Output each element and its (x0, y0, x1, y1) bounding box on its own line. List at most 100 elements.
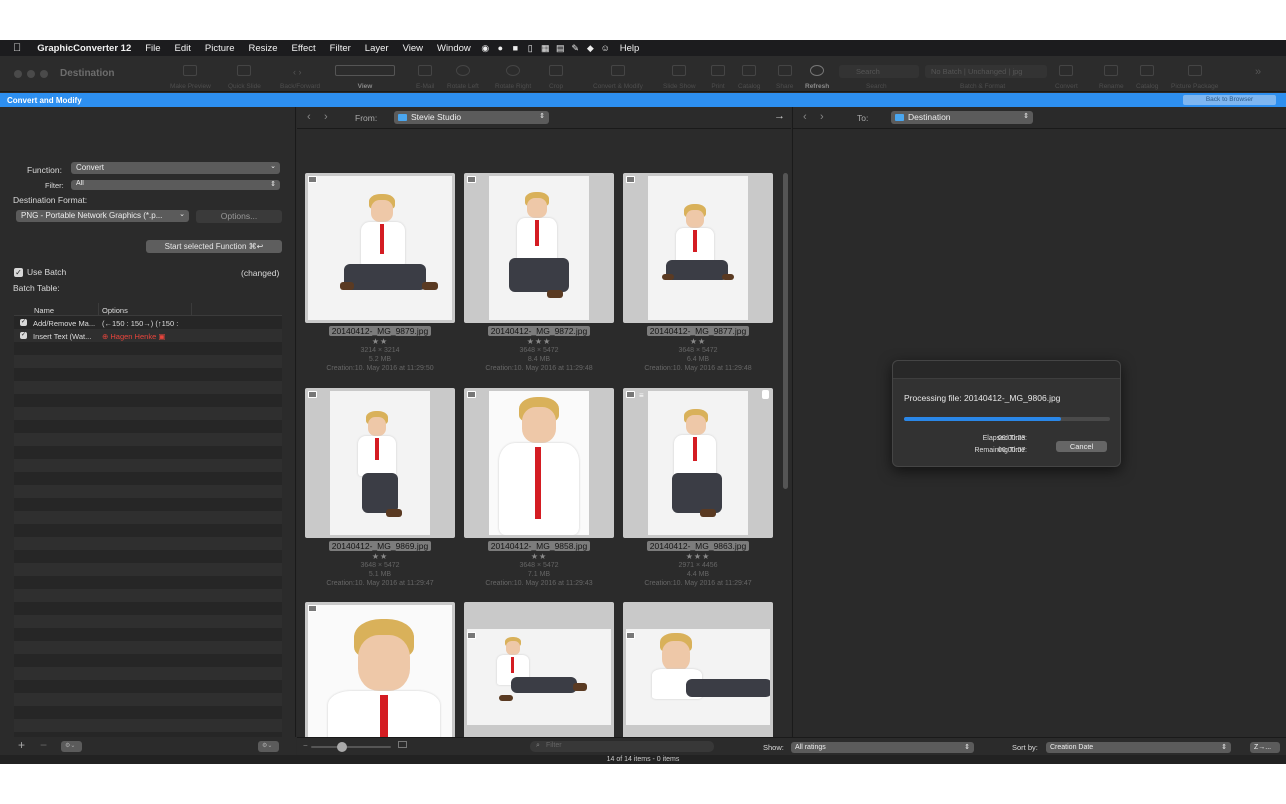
target-icon[interactable]: ◉ (478, 40, 493, 56)
quick-slide-button[interactable]: Quick Slide (228, 56, 261, 92)
catalog2-button[interactable]: Catalog (1136, 56, 1158, 92)
minimize-window-button[interactable] (27, 70, 35, 78)
batch-row[interactable]: ✓ Insert Text (Wat... ⊕ Hagen Henke ▣ (14, 330, 282, 343)
refresh-label: Refresh (805, 83, 830, 90)
diamond-icon[interactable]: ◆ (583, 40, 598, 56)
zoom-slider[interactable] (311, 746, 391, 748)
rename-button[interactable]: Rename (1099, 56, 1124, 92)
clipboard-icon[interactable]: ▯ (523, 40, 538, 56)
quick-slide-label: Quick Slide (228, 83, 261, 90)
convert-button[interactable]: Convert (1055, 56, 1078, 92)
rotate-left-button[interactable]: Rotate Left (447, 56, 479, 92)
column-options[interactable]: Options (102, 306, 128, 315)
catalog-icon (742, 65, 757, 76)
processing-text: Processing file: 20140412-_MG_9806.jpg (904, 393, 1061, 403)
toolbar-overflow-icon[interactable]: » (1255, 66, 1261, 78)
back-forward-button[interactable]: ‹ › Back/Forward (280, 56, 320, 92)
menu-app-name[interactable]: GraphicConverter 12 (27, 43, 138, 54)
thumbnail-image[interactable] (623, 173, 773, 323)
thumbnail-image[interactable]: ≡ (623, 388, 773, 538)
crop-icon (549, 65, 564, 76)
close-window-button[interactable] (14, 70, 22, 78)
forward-nav-icon[interactable]: › (324, 111, 328, 123)
remove-step-button[interactable]: − (40, 738, 47, 752)
refresh-button[interactable]: Refresh (805, 56, 829, 92)
picture-package-button[interactable]: Picture Package (1171, 56, 1218, 92)
camera-icon[interactable]: ■ (508, 40, 523, 56)
smiley-icon[interactable]: ☺ (598, 40, 613, 56)
back-nav-icon[interactable]: ‹ (307, 111, 311, 123)
menu-help[interactable]: Help (613, 43, 647, 54)
menu-file[interactable]: File (138, 43, 167, 54)
zoom-in-icon[interactable] (398, 741, 407, 748)
thumbnail-scrollbar[interactable] (783, 173, 788, 489)
thumbnail-image[interactable] (623, 602, 773, 752)
apple-icon[interactable]:  (0, 42, 27, 54)
menu-filter[interactable]: Filter (323, 43, 358, 54)
catalog-label: Catalog (738, 83, 761, 90)
zoom-out-icon[interactable]: − (303, 741, 308, 750)
thumbnail-image[interactable] (464, 173, 614, 323)
add-step-button[interactable]: + (18, 738, 25, 752)
camera-icon (467, 391, 476, 398)
print-button[interactable]: Print (711, 56, 725, 92)
refresh-icon (810, 65, 825, 76)
options-button[interactable]: Options... (196, 210, 282, 223)
gear-menu-button[interactable]: ⚙⌄ (61, 741, 82, 752)
catalog-button[interactable]: Catalog (738, 56, 760, 92)
status-bar: 14 of 14 items - 0 items (0, 755, 1286, 764)
convert-modify-button[interactable]: Convert & Modify (593, 56, 643, 92)
to-folder-value: Destination (908, 112, 951, 122)
sort-select[interactable]: Creation Date ⇕ (1046, 742, 1231, 753)
convert-icon (1059, 65, 1074, 76)
view-button[interactable]: View (335, 56, 395, 92)
make-preview-button[interactable]: Make Preview (170, 56, 211, 92)
person-icon[interactable]: ● (493, 40, 508, 56)
menu-effect[interactable]: Effect (285, 43, 323, 54)
start-function-button[interactable]: Start selected Function ⌘↩ (146, 240, 282, 253)
crop-button[interactable]: Crop (549, 56, 563, 92)
share-button[interactable]: Share (776, 56, 793, 92)
sort-order-select[interactable]: Z→... (1250, 742, 1280, 753)
menu-edit[interactable]: Edit (168, 43, 198, 54)
show-select[interactable]: All ratings ⇕ (791, 742, 974, 753)
thumbnail-image[interactable] (464, 602, 614, 752)
thumbnail-image[interactable] (305, 602, 455, 752)
thumbnail-image[interactable] (305, 388, 455, 538)
calendar2-icon[interactable]: ▤ (553, 40, 568, 56)
batch-row-checkbox[interactable]: ✓ (20, 319, 27, 326)
cancel-button[interactable]: Cancel (1056, 441, 1107, 452)
batch-row[interactable]: ✓ Add/Remove Ma... (←150 : 150→) (↑150 : (14, 317, 282, 330)
menu-resize[interactable]: Resize (242, 43, 285, 54)
slide-show-button[interactable]: Slide Show (663, 56, 696, 92)
thumbnail-image[interactable] (464, 388, 614, 538)
menu-view[interactable]: View (396, 43, 430, 54)
column-name[interactable]: Name (34, 306, 54, 315)
back-nav-icon[interactable]: ‹ (803, 111, 807, 123)
zoom-window-button[interactable] (40, 70, 48, 78)
dest-format-select[interactable]: PNG - Portable Network Graphics (*.p... ⌄ (16, 210, 189, 222)
filter-input[interactable]: Filter (530, 741, 714, 752)
function-select[interactable]: Convert ⌄ (71, 162, 280, 174)
menu-window[interactable]: Window (430, 43, 478, 54)
menu-picture[interactable]: Picture (198, 43, 242, 54)
calendar-icon[interactable]: ▦ (538, 40, 553, 56)
batch-row-checkbox[interactable]: ✓ (20, 332, 27, 339)
to-folder-select[interactable]: Destination ⇕ (891, 111, 1033, 124)
wand-icon[interactable]: ✎ (568, 40, 583, 56)
forward-nav-icon[interactable]: › (820, 111, 824, 123)
from-folder-select[interactable]: Stevie Studio ⇕ (394, 111, 549, 124)
batch-menu-button[interactable]: ⚙⌄ (258, 741, 279, 752)
zoom-slider-knob[interactable] (337, 742, 347, 752)
filter-select[interactable]: All ⇕ (71, 180, 280, 190)
email-button[interactable]: E-Mail (416, 56, 434, 92)
menu-layer[interactable]: Layer (358, 43, 396, 54)
slide-show-icon (672, 65, 687, 76)
rotate-right-button[interactable]: Rotate Right (495, 56, 531, 92)
arrow-right-icon[interactable]: → (774, 110, 785, 122)
thumbnail-image[interactable] (305, 173, 455, 323)
use-batch-checkbox[interactable]: ✓ (14, 268, 23, 277)
back-to-browser-button[interactable]: Back to Browser (1183, 95, 1276, 105)
chevron-down-icon: ⌄ (270, 163, 276, 170)
person-icon (762, 390, 769, 399)
